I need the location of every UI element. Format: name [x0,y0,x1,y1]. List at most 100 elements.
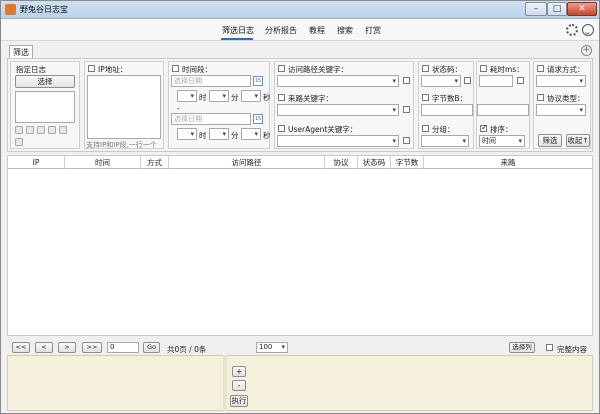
group-select[interactable] [421,135,469,147]
go-button[interactable]: Go [143,342,160,353]
nav-analysis-report[interactable]: 分析报告 [265,25,297,36]
paste-icon[interactable] [15,126,23,134]
col-ip[interactable]: IP [8,156,65,169]
path-keyword-select[interactable] [277,75,399,87]
group-checkbox[interactable] [422,125,429,132]
group-label: 分组： [432,125,455,134]
add-button[interactable]: + [232,366,246,377]
end-second-select[interactable] [241,128,261,140]
add-tab-icon[interactable]: + [581,45,592,56]
end-date-input[interactable]: 选择日期 [171,113,251,125]
settings-gear-icon[interactable] [566,24,578,36]
page-number-input[interactable]: 0 [107,342,139,353]
status-checkbox[interactable] [422,65,429,72]
execute-button[interactable]: 执行 [230,395,248,407]
last-page-button[interactable]: >> [82,342,102,353]
bytes-max-input[interactable] [477,104,529,116]
nav-search[interactable]: 搜索 [337,25,353,36]
sort-checkbox[interactable] [480,123,488,132]
ua-label: UserAgent关键字： [288,125,358,134]
protocol-select[interactable] [536,104,586,116]
col-bytes[interactable]: 字节数 [391,156,424,169]
ip-group: IP地址： 支持IP和IP段,一行一个 [84,61,164,149]
method-select[interactable] [536,75,586,87]
select-columns-button[interactable]: 选择列 [509,342,535,353]
sort-select[interactable]: 时间 [479,135,525,147]
start-calendar-icon[interactable]: 15 [253,76,263,86]
nav-tutorial[interactable]: 教程 [309,25,325,36]
status-exclude-checkbox[interactable] [464,77,471,84]
col-protocol[interactable]: 协议 [325,156,358,169]
prev-page-button[interactable]: < [35,342,53,353]
sort-label: 排序： [490,125,513,134]
start-minute-select[interactable] [209,90,229,102]
full-content-checkbox[interactable] [546,344,553,351]
bytes-checkbox[interactable] [422,94,429,101]
col-path[interactable]: 访问路径 [169,156,325,169]
table-header: IP 时间 方式 访问路径 协议 状态码 字节数 来路 [7,155,593,169]
duration-checkbox[interactable] [480,65,487,72]
filter-button[interactable]: 筛选 [538,134,562,147]
minimize-button[interactable]: – [525,2,547,16]
start-hour-select[interactable] [177,90,197,102]
ua-exclude-checkbox[interactable] [403,137,410,144]
log-list[interactable] [15,91,75,123]
end-minute-select[interactable] [209,128,229,140]
tab-filter[interactable]: 筛选 [9,45,33,59]
link-icon[interactable] [59,126,67,134]
nav-filter-log[interactable]: 筛选日志 [222,25,254,36]
col-time[interactable]: 时间 [65,156,141,169]
collapse-button[interactable]: 收起↑ [566,134,590,147]
select-log-button[interactable]: 选择 [15,75,75,88]
page-size-select[interactable]: 100 [256,342,288,353]
close-button[interactable]: ✕ [567,2,597,16]
next-page-button[interactable]: > [58,342,76,353]
bytes-min-input[interactable] [421,104,473,116]
start-date-input[interactable]: 选择日期 [171,75,251,87]
app-window: 野兔谷日志宝 – □ ✕ 筛选日志 分析报告 教程 搜索 打赏 筛选 + 指定日… [0,0,600,414]
smile-icon[interactable] [582,24,594,36]
script-panel[interactable] [7,355,593,411]
ua-checkbox[interactable] [278,125,285,132]
second-unit-label: 秒 [263,93,271,102]
end-calendar-icon[interactable]: 15 [253,114,263,124]
second-unit-label: 秒 [263,131,271,140]
status-select[interactable] [421,75,461,87]
path-exclude-checkbox[interactable] [403,77,410,84]
start-second-select[interactable] [241,90,261,102]
chain-icon[interactable] [15,138,23,146]
download-icon[interactable] [37,126,45,134]
time-checkbox[interactable] [172,65,179,72]
ip-checkbox[interactable] [88,65,95,72]
top-nav: 筛选日志 分析报告 教程 搜索 打赏 [1,19,599,41]
full-content-label: 完整内容 [557,345,587,354]
remove-button[interactable]: - [232,380,246,391]
duration-exclude-checkbox[interactable] [517,77,524,84]
ua-keyword-select[interactable] [277,135,399,147]
ip-textarea[interactable] [87,75,161,139]
end-hour-select[interactable] [177,128,197,140]
referer-exclude-checkbox[interactable] [403,106,410,113]
keyword-group: 访问路径关键字： 来路关键字： UserAgent关键字： [274,61,414,149]
duration-input[interactable] [479,75,513,87]
folder-icon[interactable] [48,126,56,134]
status-group: 状态码： 字节数B： 分组： [418,61,474,149]
first-page-button[interactable]: << [12,342,30,353]
path-label: 访问路径关键字： [288,65,348,74]
title-bar: 野兔谷日志宝 – □ ✕ [1,1,599,19]
method-checkbox[interactable] [537,65,544,72]
maximize-button[interactable]: □ [547,2,567,16]
referer-keyword-select[interactable] [277,104,399,116]
minute-unit-label: 分 [231,93,239,102]
clear-icon[interactable] [26,126,34,134]
nav-donate[interactable]: 打赏 [365,25,381,36]
referer-checkbox[interactable] [278,94,285,101]
path-checkbox[interactable] [278,65,285,72]
col-method[interactable]: 方式 [141,156,169,169]
log-table-body[interactable] [7,169,593,336]
minute-unit-label: 分 [231,131,239,140]
col-status[interactable]: 状态码 [358,156,391,169]
protocol-checkbox[interactable] [537,94,544,101]
col-referer[interactable]: 来路 [424,156,592,169]
panel-divider[interactable] [223,355,227,411]
